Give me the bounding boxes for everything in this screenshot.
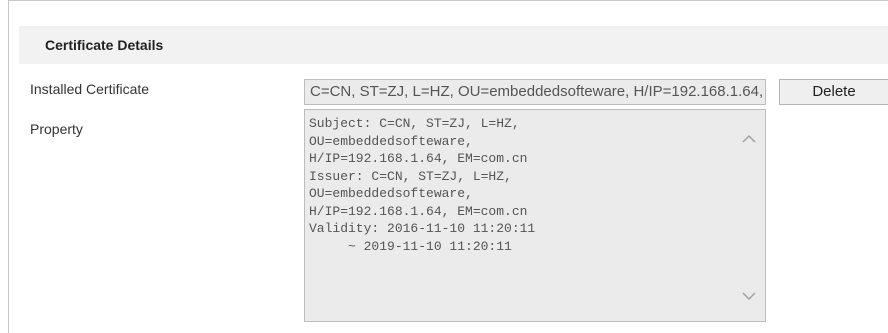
property-line: OU=embeddedsofteware, xyxy=(309,133,473,149)
property-line: Subject: C=CN, ST=ZJ, L=HZ, xyxy=(309,116,520,131)
section-title: Certificate Details xyxy=(45,37,164,53)
chevron-down-icon[interactable] xyxy=(742,291,756,301)
delete-button[interactable]: Delete xyxy=(779,79,888,105)
chevron-up-icon[interactable] xyxy=(742,134,756,144)
section-header: Certificate Details xyxy=(19,26,888,64)
property-textarea[interactable]: Subject: C=CN, ST=ZJ, L=HZ, OU=embeddeds… xyxy=(304,109,766,322)
property-label: Property xyxy=(30,121,83,137)
property-line: Validity: 2016-11-10 11:20:11 xyxy=(309,221,536,236)
property-line: H/IP=192.168.1.64, EM=com.cn xyxy=(309,203,528,219)
property-line: ~ 2019-11-10 11:20:11 xyxy=(309,238,512,254)
certificate-panel: Certificate Details Installed Certificat… xyxy=(8,0,888,333)
property-text: Subject: C=CN, ST=ZJ, L=HZ, OU=embeddeds… xyxy=(309,115,729,255)
property-line: OU=embeddedsofteware, xyxy=(309,186,473,201)
installed-certificate-label: Installed Certificate xyxy=(30,81,150,97)
installed-certificate-field[interactable]: C=CN, ST=ZJ, L=HZ, OU=embeddedsofteware,… xyxy=(304,79,766,105)
property-line: Issuer: C=CN, ST=ZJ, L=HZ, xyxy=(309,168,512,184)
property-line: H/IP=192.168.1.64, EM=com.cn xyxy=(309,151,528,166)
